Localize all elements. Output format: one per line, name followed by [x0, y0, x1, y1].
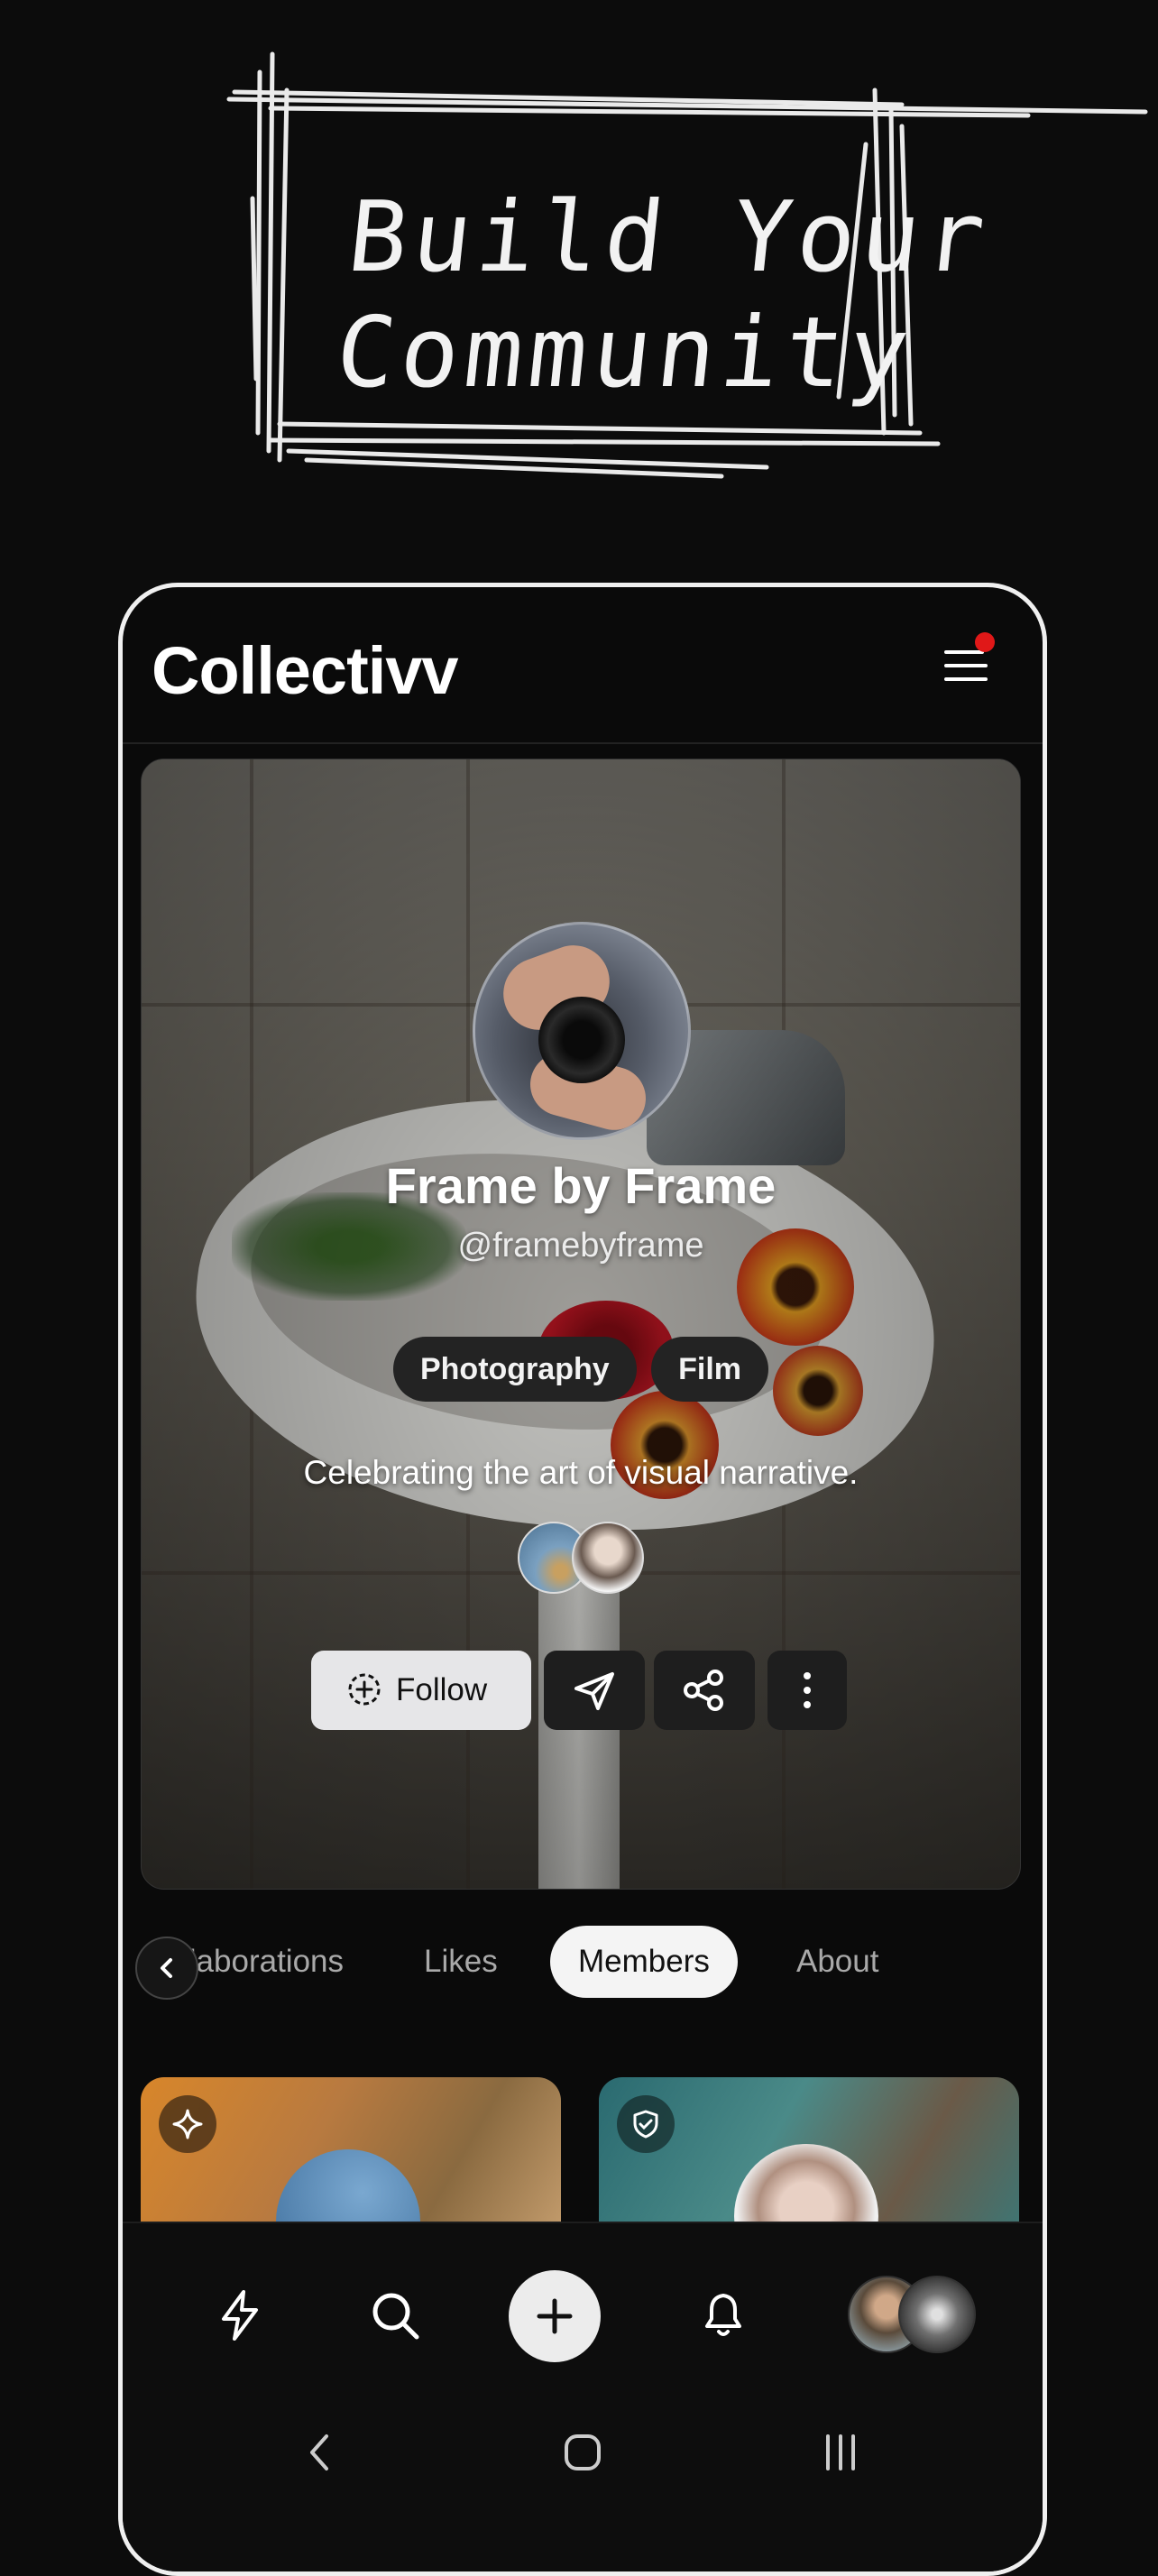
member-avatars[interactable] — [518, 1522, 644, 1594]
profile-handle: @framebyframe — [457, 1227, 704, 1265]
profile-name: Frame by Frame — [385, 1157, 777, 1214]
menu-line — [944, 677, 988, 681]
tab-members[interactable]: Members — [550, 1926, 738, 1998]
plus-icon — [537, 2298, 573, 2334]
tab-about[interactable]: About — [796, 1926, 878, 1998]
system-recents-icon[interactable] — [821, 2431, 860, 2474]
system-home-icon[interactable] — [563, 2431, 602, 2474]
send-button[interactable] — [544, 1651, 645, 1730]
follow-label: Follow — [396, 1672, 488, 1707]
more-button[interactable] — [767, 1651, 847, 1730]
member-avatar — [572, 1522, 644, 1594]
card-badge — [617, 2095, 675, 2153]
chevron-left-icon — [161, 1958, 172, 1978]
tag-chip[interactable]: Film — [651, 1337, 769, 1402]
tabs-scroll-back-button[interactable] — [135, 1937, 198, 2000]
tag-chip[interactable]: Photography — [392, 1337, 637, 1402]
activity-button[interactable] — [204, 2279, 276, 2351]
menu-line — [944, 664, 988, 667]
bottom-navigation — [123, 2222, 1043, 2571]
profile-bio: Celebrating the art of visual narrative. — [303, 1454, 859, 1491]
hamburger-menu-icon — [944, 650, 984, 654]
system-back-icon[interactable] — [303, 2431, 335, 2474]
search-button[interactable] — [359, 2279, 431, 2351]
profile-tabs: llaborations Likes Members About — [123, 1900, 1043, 2000]
share-nodes-icon — [684, 1670, 723, 1711]
app-title: Collectivv — [152, 633, 459, 708]
phone-frame: Collectivv Frame by Frame @framebyframe … — [118, 583, 1047, 2576]
menu-button[interactable] — [939, 632, 995, 692]
headline-banner: Build Your Community — [216, 36, 1154, 487]
account-switcher-avatar[interactable] — [898, 2276, 976, 2353]
search-icon — [372, 2293, 419, 2340]
profile-actions: Follow — [142, 1651, 1020, 1732]
profile-avatar[interactable] — [473, 922, 691, 1140]
headline-line-1: Build Your — [343, 181, 996, 294]
tab-collaborations[interactable]: llaborations — [182, 1926, 344, 1998]
camera-lens — [538, 997, 625, 1083]
lightning-icon — [222, 2290, 258, 2341]
card-badge — [159, 2095, 216, 2153]
notification-dot — [975, 632, 995, 652]
profile-hero-card: Frame by Frame @framebyframe Photography… — [141, 759, 1021, 1890]
notifications-button[interactable] — [687, 2279, 759, 2351]
headline-line-2: Community — [330, 297, 920, 409]
plus-circle-dashed-icon — [348, 1673, 381, 1706]
share-button[interactable] — [654, 1651, 755, 1730]
app-header: Collectivv — [123, 587, 1043, 744]
create-button[interactable] — [509, 2270, 601, 2362]
tab-likes[interactable]: Likes — [424, 1926, 498, 1998]
follow-button[interactable]: Follow — [311, 1651, 531, 1730]
bell-icon — [705, 2294, 741, 2336]
shield-check-icon — [633, 2110, 658, 2139]
vertical-ellipsis-icon — [804, 1672, 811, 1708]
paper-plane-icon — [574, 1672, 614, 1710]
profile-tags: Photography Film — [142, 1337, 1020, 1402]
sparkle-icon — [172, 2109, 203, 2139]
headline-text: Build Your Community — [331, 180, 1041, 411]
